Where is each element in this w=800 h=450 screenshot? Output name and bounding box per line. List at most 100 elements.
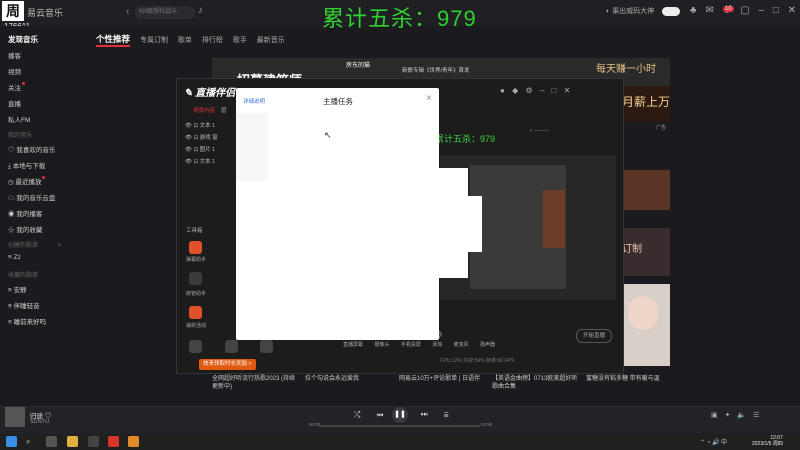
system-tray[interactable]: ⌃ ◔ 🔊 中 — [700, 437, 727, 446]
back-forward-icon[interactable]: ‹ — [126, 6, 129, 17]
sidebar-item-discover[interactable]: 发现音乐 — [8, 34, 38, 45]
search-icon[interactable]: ⌕ — [26, 436, 37, 447]
tab-recommend[interactable]: 个性推荐 — [96, 34, 131, 47]
volume-icon: 🔈 — [737, 412, 747, 419]
playlist-item[interactable]: ≡ 睡前来好吗 — [8, 316, 46, 326]
sidebar-item-podcast[interactable]: 播客 — [8, 50, 21, 60]
windows-taskbar — [0, 434, 800, 450]
overlay-logo: 周 — [2, 1, 24, 21]
room-icon[interactable] — [225, 340, 238, 353]
tool-label: 房管助手 — [186, 291, 207, 297]
room-admin-icon[interactable] — [189, 272, 202, 285]
danmaku-icon[interactable] — [189, 241, 202, 254]
banner-subtitle: 新歌专辑《世界/青年》首发 — [402, 68, 470, 74]
banner-artist: 房东的猫 — [346, 63, 371, 69]
tab-charts[interactable]: 排行榜 — [202, 37, 223, 44]
sidebar-item-video[interactable]: 视频 — [8, 66, 21, 76]
app-title: 易云音乐 — [27, 8, 64, 18]
search-input[interactable]: Kill联想社战斗 — [135, 6, 195, 19]
tab-custom[interactable]: 专属订制 — [140, 37, 168, 44]
sidebar-item-my-podcast[interactable]: ◉ 我的播客 — [8, 208, 42, 218]
sidebar-item-liked[interactable]: ♡ 我喜欢的音乐 — [8, 144, 55, 154]
streamer-app-icon[interactable] — [128, 436, 139, 447]
app-icon[interactable] — [88, 436, 99, 447]
close-icon: ✕ — [787, 5, 797, 16]
sidebar-item-cloud[interactable]: ☁ 我的音乐云盘 — [8, 192, 55, 202]
clock[interactable]: 12:07 2023/1/5 周四 — [752, 435, 783, 447]
mail-icon: ✉ — [705, 5, 714, 16]
layer-item[interactable]: 👁 ⊡ 文本 1 — [185, 121, 215, 129]
sidebar-item-follow[interactable]: 关注 — [8, 82, 25, 92]
kill-counter-banner: 累计五杀：979 — [322, 6, 477, 31]
stream-preview-image — [543, 190, 565, 248]
playlist-title[interactable]: 网易云10万+评论歌单 | 日语伴 — [399, 373, 480, 382]
download-icon[interactable] — [260, 340, 273, 353]
tab-layer[interactable]: 层 — [221, 108, 227, 114]
maximize-icon: □ — [772, 5, 779, 16]
performance-status: CPU:12% 内存:56% 帧率:60 FPS — [440, 358, 515, 364]
minimize-icon: – — [758, 5, 765, 16]
previous-icon: ⏮ — [376, 410, 384, 419]
ad-label: 广告 — [656, 125, 667, 131]
preview-topbar: ◐ ——— — [530, 128, 550, 134]
playlist-title-line2: 歌曲合集 — [492, 384, 517, 390]
reward-promo-button[interactable]: 快来领取时长奖励 > — [199, 359, 256, 370]
layer-item[interactable]: 👁 ⊡ 图片 1 — [185, 145, 215, 153]
playlist-title[interactable]: 拉个勾说会永远爱我 — [305, 373, 359, 382]
bottom-toolbar-labels: 直播屏幕 摄像头 手机投屏 添加 麦克风 扬声器 — [343, 342, 496, 348]
app-icon[interactable] — [67, 436, 78, 447]
sidebar-item-downloads[interactable]: ⤓ 本地与下载 — [8, 160, 45, 171]
user-name[interactable]: ◐ 果出威码大神 — [606, 6, 654, 16]
tab-scene[interactable]: 场景内容 — [193, 108, 215, 114]
start-menu-icon[interactable] — [6, 436, 17, 447]
sidebar-item-recent[interactable]: ◷ 最近播放 — [8, 176, 46, 186]
playlist-item[interactable]: ≡ Zz — [8, 254, 21, 261]
streamer-toolbar-icons[interactable]: ● ◆ ⚙ – □ ✕ — [500, 86, 570, 95]
close-icon: ✕ — [563, 86, 571, 95]
tab-playlists[interactable]: 歌单 — [178, 37, 192, 44]
playlist-item[interactable]: ≡ 伴睡轻音 — [8, 300, 40, 310]
task-view-icon[interactable] — [46, 436, 57, 447]
top-right-icons[interactable]: ♣ ✉ ⚙ ▢ – □ ✕ — [690, 5, 796, 16]
vip-badge[interactable] — [662, 7, 680, 16]
modal-title: 主播任务 — [323, 97, 353, 106]
banner-right-text: 每天赚一小时 — [596, 64, 656, 75]
streamer-title: ✎ 直播伴侣 — [184, 88, 236, 99]
progress-slider[interactable] — [320, 425, 480, 427]
layer-item[interactable]: 👁 ⊡ 文本 1 — [185, 157, 215, 165]
tab-new-music[interactable]: 最新音乐 — [257, 37, 285, 44]
playlist-cover[interactable] — [620, 170, 670, 210]
render-artifact — [468, 196, 482, 252]
modal-tab-details[interactable]: 详细说明 — [243, 97, 265, 105]
time-total: 03:58 — [481, 422, 493, 427]
tool-label: 抽奖活动 — [186, 323, 207, 329]
voice-search-icon[interactable]: ♪ — [198, 5, 203, 16]
start-live-button[interactable]: 开始直播 — [576, 329, 612, 343]
playlist-title[interactable]: 蜜糖没有粘多糖 带有暖与温 — [586, 373, 660, 382]
sidebar-item-live[interactable]: 直播 — [8, 98, 21, 108]
cover-portrait — [628, 296, 658, 330]
album-cover[interactable] — [5, 407, 25, 427]
collected-playlists-heading: 收藏的歌单 — [8, 273, 39, 279]
shirt-icon: ♣ — [690, 5, 697, 16]
netease-music-icon[interactable] — [108, 436, 119, 447]
pause-button[interactable]: ❚❚ — [392, 407, 408, 423]
lottery-icon[interactable] — [189, 306, 202, 319]
tab-artists[interactable]: 歌手 — [233, 37, 247, 44]
preview-kill-counter: 累计五杀：979 — [435, 134, 496, 144]
artist-name[interactable]: SUNYU — [30, 419, 49, 425]
time-current: 00:00 — [309, 422, 321, 427]
sidebar-item-collection[interactable]: ☆ 我的收藏 — [8, 224, 42, 234]
playlist-title-line2: 更新中) — [212, 384, 232, 390]
info-icon[interactable] — [189, 340, 202, 353]
player-right-controls[interactable]: ▣ ✦ 🔈 ☰ — [711, 411, 759, 419]
next-icon: ⏭ — [420, 410, 428, 419]
sidebar-item-fm[interactable]: 私人FM — [8, 114, 30, 124]
layer-item[interactable]: 👁 ⊡ 游戏 窗 — [185, 133, 218, 141]
toolbox-heading: 工具箱 — [186, 228, 203, 234]
playlist-item[interactable]: ≡ 安静 — [8, 284, 27, 294]
modal-side-panel — [236, 113, 268, 181]
gift-icon: ◆ — [512, 86, 519, 95]
close-icon[interactable]: × — [426, 93, 432, 104]
discover-tabs: 个性推荐 专属订制 歌单 排行榜 歌手 最新音乐 — [96, 33, 293, 47]
